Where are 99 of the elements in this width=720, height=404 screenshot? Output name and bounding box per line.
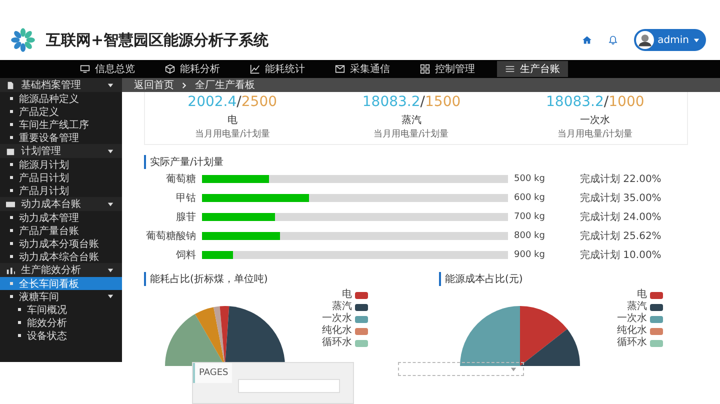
- nav-tab[interactable]: 控制管理: [412, 61, 483, 77]
- sidebar-item[interactable]: 车间概况: [0, 303, 122, 316]
- bell-icon[interactable]: [608, 35, 618, 45]
- caret-icon: [693, 36, 700, 44]
- product-name: 腺苷: [175, 210, 197, 224]
- stat-caption: 当月用电量/计划量: [194, 128, 271, 140]
- completion-text: 完成计划 10.00%: [580, 248, 662, 262]
- stat-caption: 当月用电量/计划量: [373, 128, 450, 140]
- breadcrumb-link[interactable]: 全厂生产看板: [195, 78, 255, 92]
- sidebar-group[interactable]: 动力成本台账: [0, 197, 122, 211]
- product-name: 甲钴: [175, 192, 197, 205]
- bullet-icon: [18, 334, 21, 337]
- cube-icon: [165, 64, 175, 74]
- bullet-icon: [10, 136, 13, 139]
- amount-text: 700 kg: [513, 212, 546, 222]
- sidebar-group[interactable]: 生产能效分析: [0, 263, 122, 277]
- date-dropdown[interactable]: [398, 362, 524, 376]
- chart-icon: [6, 266, 15, 274]
- legend-label: 循环水: [617, 337, 647, 349]
- user-menu-button[interactable]: admin: [634, 29, 706, 51]
- nav-tab[interactable]: 能耗分析: [157, 61, 228, 77]
- amount-text: 800 kg: [513, 231, 546, 241]
- amount-text: 900 kg: [513, 250, 546, 260]
- sidebar-item[interactable]: 动力成本管理: [0, 211, 122, 224]
- breadcrumb-link[interactable]: 返回首页: [134, 78, 174, 92]
- section-title: 实际产量/计划量: [144, 155, 720, 169]
- legend-label: 一次水: [322, 313, 352, 324]
- bullet-icon: [10, 163, 13, 166]
- sidebar-item[interactable]: 能效分析: [0, 316, 122, 329]
- chevron-icon: [182, 82, 187, 88]
- file-icon: [6, 80, 15, 90]
- sidebar-item[interactable]: 全长车间看板: [0, 277, 122, 290]
- nav-tab[interactable]: 生产台账: [497, 61, 568, 77]
- sidebar-item[interactable]: 产品日计划: [0, 171, 122, 184]
- energy-name: 一次水: [579, 114, 612, 127]
- grid-icon: [420, 64, 430, 74]
- completion-text: 完成计划 35.00%: [580, 192, 662, 205]
- amount-text: 600 kg: [513, 193, 546, 203]
- mail-icon: [335, 64, 345, 74]
- completion-text: 完成计划 25.62%: [580, 230, 662, 243]
- sidebar-item[interactable]: 液糖车间: [0, 290, 122, 303]
- legend-label: 纯化水: [322, 325, 352, 336]
- avatar-icon: [636, 31, 654, 49]
- bullet-icon: [10, 242, 13, 245]
- bullet-icon: [10, 255, 13, 258]
- product-name: 葡萄糖: [165, 172, 197, 186]
- sidebar-item[interactable]: 重要设备管理: [0, 131, 122, 144]
- sidebar-item[interactable]: 车间生产线工序: [0, 118, 122, 131]
- sidebar-item[interactable]: 动力成本分项台账: [0, 237, 122, 250]
- product-name: 葡萄糖酸钠: [145, 230, 197, 243]
- sidebar-item[interactable]: 产品定义: [0, 105, 122, 118]
- sidebar-item[interactable]: 能源月计划: [0, 158, 122, 171]
- bullet-icon: [10, 123, 13, 126]
- energy-name: 蒸汽: [400, 114, 423, 127]
- sidebar-item[interactable]: 能源品种定义: [0, 92, 122, 105]
- sidebar-group[interactable]: 计划管理: [0, 144, 122, 158]
- stat-caption: 当月用电量/计划量: [556, 128, 634, 140]
- sidebar-item[interactable]: 产品月计划: [0, 184, 122, 197]
- energy-name: 电: [226, 114, 238, 127]
- usage-value: 18083.2/1000: [546, 94, 644, 110]
- sidebar-item[interactable]: 产品产量台账: [0, 224, 122, 237]
- legend-label: 循环水: [322, 337, 352, 349]
- legend-label: 一次水: [617, 313, 647, 324]
- bullet-icon: [18, 321, 21, 324]
- bullet-icon: [10, 216, 13, 219]
- nav-tab[interactable]: 能耗统计: [242, 61, 313, 77]
- bullet-icon: [10, 110, 13, 113]
- nav-tab[interactable]: 信息总览: [72, 61, 143, 77]
- app-title: 互联网+智慧园区能源分析子系统: [46, 30, 269, 50]
- legend-label: 纯化水: [617, 325, 647, 336]
- search-field[interactable]: [238, 379, 340, 393]
- completion-text: 完成计划 24.00%: [580, 210, 662, 224]
- home-icon[interactable]: [582, 35, 592, 45]
- legend-label: 电: [342, 289, 352, 300]
- usage-value: 18083.2/1500: [362, 94, 461, 110]
- monitor-icon: [80, 64, 90, 74]
- legend-label: 蒸汽: [332, 301, 352, 312]
- legend-label: 蒸汽: [627, 301, 647, 312]
- pages-tab[interactable]: PAGES: [193, 363, 232, 383]
- section-title: 能源成本占比(元): [439, 272, 712, 286]
- bullet-icon: [18, 308, 21, 311]
- bullet-icon: [10, 97, 13, 100]
- amount-text: 500 kg: [513, 174, 546, 184]
- bullet-icon: [10, 282, 13, 285]
- legend-label: 电: [637, 289, 647, 300]
- usage-value: 2002.4/2500: [188, 94, 278, 110]
- sidebar-item[interactable]: 动力成本综合台账: [0, 250, 122, 263]
- bullet-icon: [10, 176, 13, 179]
- completion-text: 完成计划 22.00%: [580, 172, 662, 186]
- bullet-icon: [10, 189, 13, 192]
- sidebar-group[interactable]: 基础档案管理: [0, 78, 122, 92]
- sidebar-item[interactable]: 设备状态: [0, 329, 122, 342]
- nav-tab[interactable]: 采集通信: [327, 61, 398, 77]
- bullet-icon: [10, 229, 13, 232]
- section-title: 能耗占比(折标煤，单位吨): [144, 272, 417, 286]
- chart-icon: [250, 64, 260, 74]
- product-name: 饲料: [175, 248, 197, 262]
- flower-logo-icon: [10, 27, 36, 53]
- bullet-icon: [10, 295, 13, 298]
